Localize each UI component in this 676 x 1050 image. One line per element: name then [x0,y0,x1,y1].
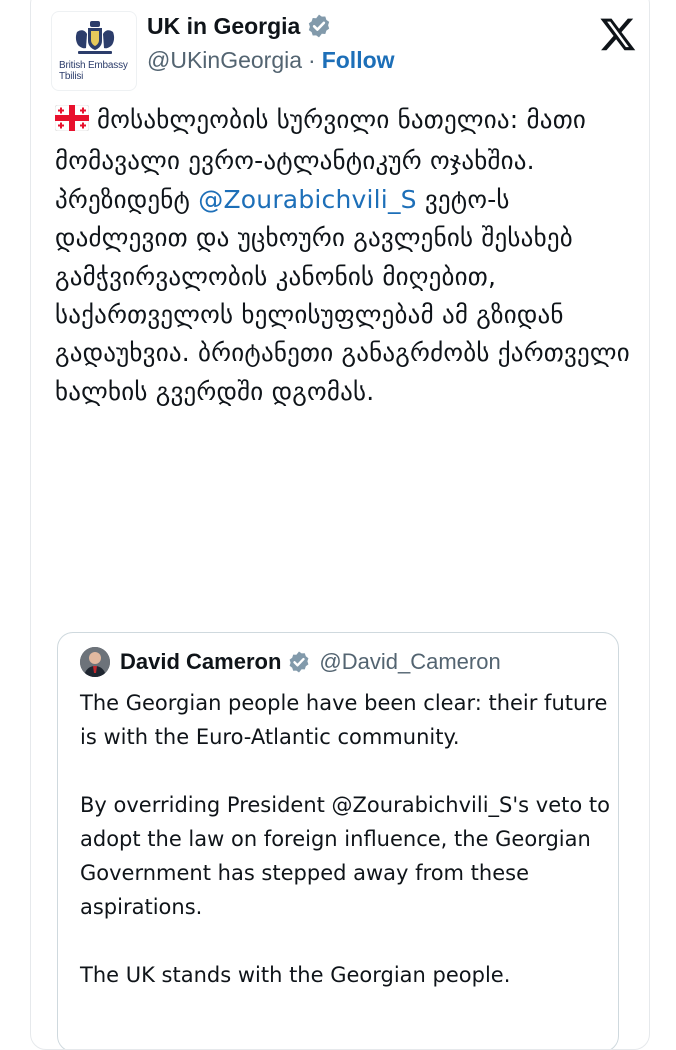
verified-badge-icon [306,13,332,39]
mention-link[interactable]: @Zourabichvili_S [198,185,416,214]
name-row: UK in Georgia [147,11,332,41]
post-text: მოსახლეობის სურვილი ნათელია: მათი მომავა… [54,101,641,411]
quoted-post-header: David Cameron @David_Cameron [80,645,501,679]
account-display-name[interactable]: UK in Georgia [147,13,300,40]
avatar-caption-line1: British Embassy [59,60,128,71]
avatar-caption: British Embassy Tbilisi [59,60,128,82]
quoted-post[interactable]: David Cameron @David_Cameron The Georgia… [57,632,619,1049]
account-avatar[interactable]: British Embassy Tbilisi [51,11,137,91]
separator-dot: · [308,46,316,73]
quoted-handle[interactable]: @David_Cameron [319,649,500,675]
person-photo-icon [80,647,110,677]
post-text-part2: ვეტო-ს დაძლევით და უცხოური გავლენის შესა… [55,184,639,406]
handle-row: @UKinGeorgia · Follow [147,45,395,75]
x-logo-icon[interactable] [599,15,637,53]
royal-crest-icon [75,21,115,54]
quoted-post-text: The Georgian people have been clear: the… [80,691,610,987]
quoted-avatar[interactable] [80,647,110,677]
follow-button[interactable]: Follow [322,47,395,74]
quoted-display-name[interactable]: David Cameron [120,649,281,675]
account-handle[interactable]: @UKinGeorgia [147,47,302,74]
post-header: British Embassy Tbilisi UK in Georgia @U… [51,11,636,91]
georgia-flag-icon [54,104,90,142]
verified-badge-icon [287,650,311,674]
embedded-post-card: British Embassy Tbilisi UK in Georgia @U… [30,0,650,1050]
avatar-caption-line2: Tbilisi [59,71,84,82]
